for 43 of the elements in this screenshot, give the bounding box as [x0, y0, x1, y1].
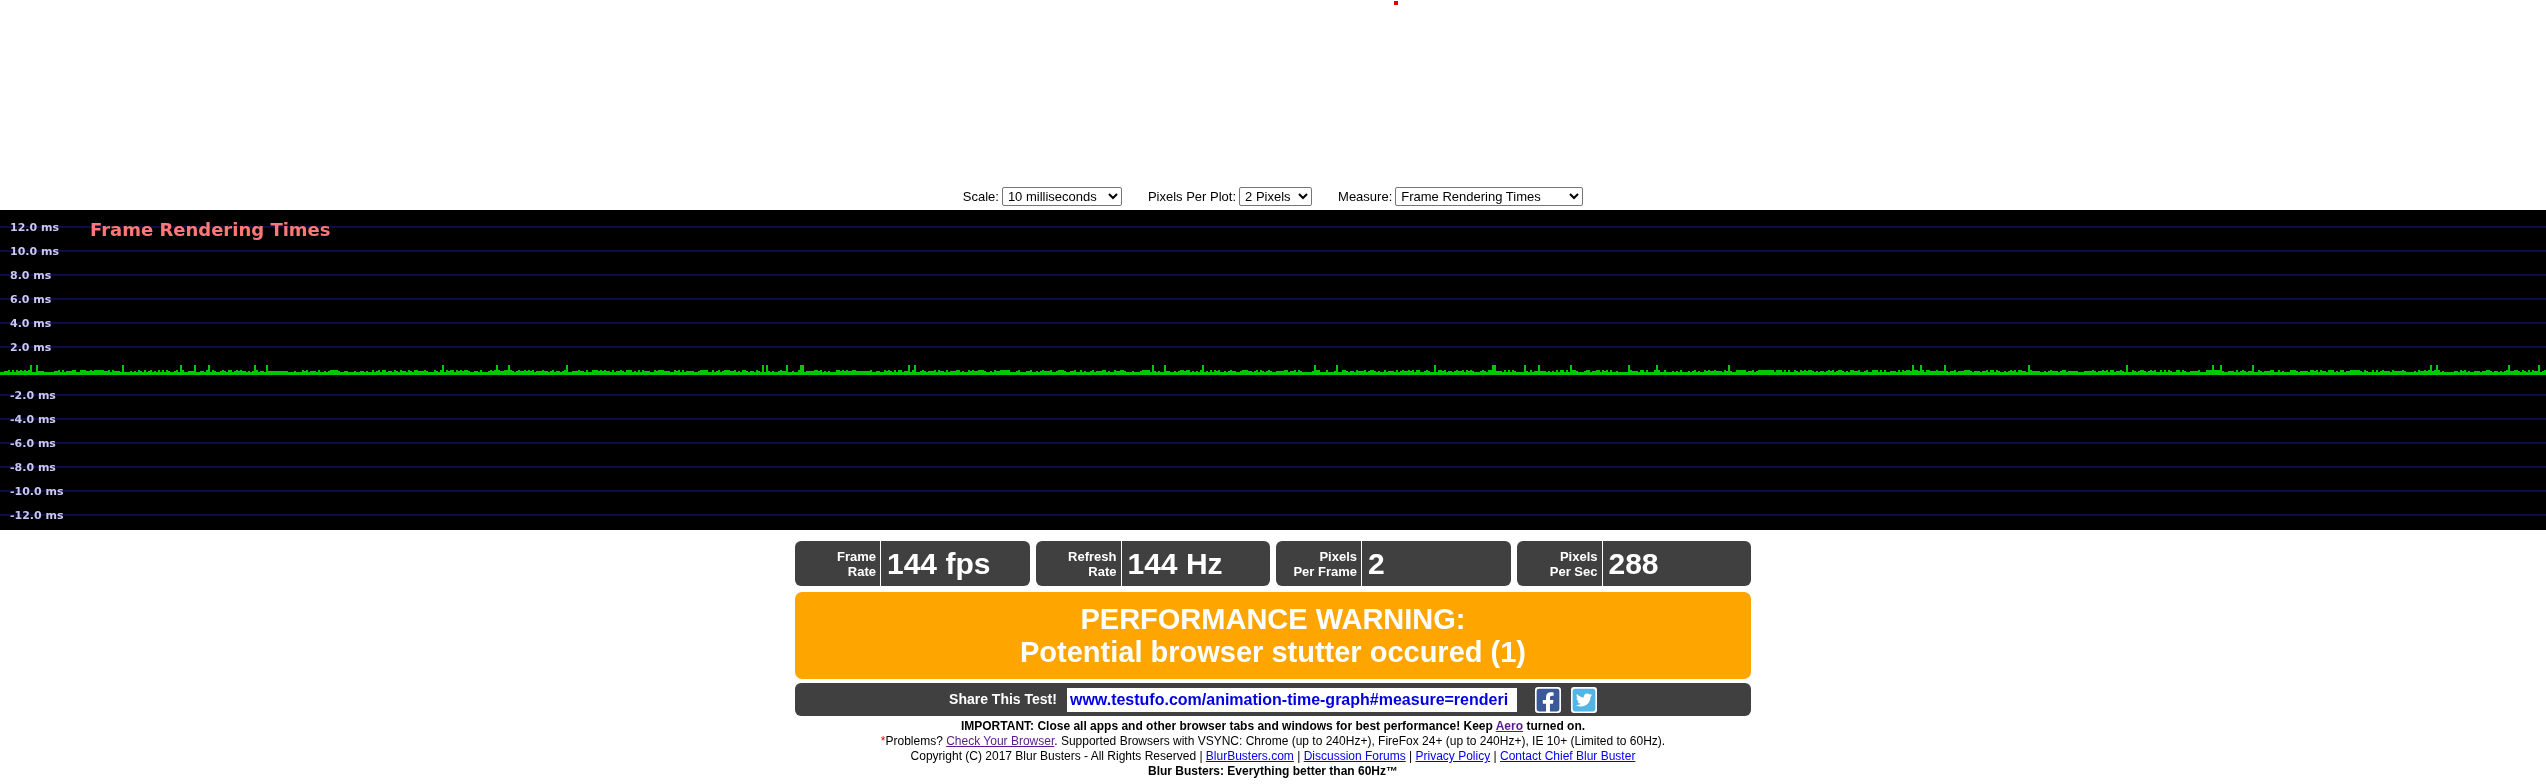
- footer-link[interactable]: Aero: [1495, 719, 1524, 733]
- stat-value: 144 fps: [886, 546, 991, 582]
- control-label: Scale:: [962, 187, 999, 206]
- axis-label: -12.0 ms: [10, 509, 64, 522]
- footer-text: *Problems? Check Your Browser. Supported Browsers with VSYNC: Chrome (up to 240Hz+), FireFox 24+ (up to 240Hz+), IE 10+ (Limited to 60Hz).: [880, 734, 1666, 749]
- footer-text: IMPORTANT: Close all apps and other browser tabs and windows for best performance! Keep Aero turned on.: [960, 719, 1586, 734]
- footer-text: Blur Busters: Everything better than 60Hz™: [1147, 764, 1399, 779]
- footer-link[interactable]: Discussion Forums: [1303, 749, 1406, 763]
- dropdown[interactable]: 2 Pixels: [1239, 187, 1313, 206]
- axis-label: 6.0 ms: [10, 293, 52, 306]
- stat-label: Refresh Rate: [1067, 548, 1118, 579]
- twitter-icon[interactable]: [1570, 686, 1597, 713]
- control-label: Pixels Per Plot:: [1147, 187, 1237, 206]
- axis-label: 2.0 ms: [10, 341, 52, 354]
- axis-label: -4.0 ms: [10, 413, 56, 426]
- footer-link[interactable]: Contact Chief Blur Buster: [1500, 749, 1636, 763]
- share-label: Share This Test!: [949, 690, 1057, 709]
- footer-link[interactable]: BlurBusters.com: [1205, 749, 1294, 763]
- axis-label: 8.0 ms: [10, 269, 52, 282]
- share-url-field[interactable]: www.testufo.com/animation-time-graph#measure=renderi: [1066, 687, 1517, 712]
- axis-label: -6.0 ms: [10, 437, 56, 450]
- axis-label: -2.0 ms: [10, 389, 56, 402]
- dropdown[interactable]: 10 milliseconds: [1001, 187, 1122, 206]
- axis-label: 10.0 ms: [10, 245, 59, 258]
- footer-text: Copyright (C) 2017 Blur Busters - All Rights Reserved | BlurBusters.com | Discussion Forums | Privacy Policy | Contact Chief Blur Buster: [910, 749, 1636, 764]
- axis-label: -8.0 ms: [10, 461, 56, 474]
- warning-title: PERFORMANCE WARNING:: [1080, 602, 1466, 636]
- stat-value: 2: [1367, 546, 1385, 582]
- facebook-icon[interactable]: [1534, 686, 1561, 713]
- stat-label: Pixels Per Frame: [1292, 548, 1358, 579]
- graph-title: Frame Rendering Times: [90, 219, 331, 240]
- footer-link[interactable]: Privacy Policy: [1415, 749, 1491, 763]
- stat-value: 144 Hz: [1126, 546, 1223, 582]
- axis-label: 4.0 ms: [10, 317, 52, 330]
- axis-label: -10.0 ms: [10, 485, 64, 498]
- stat-label: Pixels Per Sec: [1548, 548, 1599, 579]
- dropdown[interactable]: Frame Rendering Times: [1395, 187, 1584, 206]
- stat-value: 288: [1607, 546, 1659, 582]
- axis-label: 12.0 ms: [10, 221, 59, 234]
- footer-link[interactable]: Check Your Browser: [946, 734, 1055, 748]
- control-label: Measure:: [1338, 187, 1393, 206]
- stat-label: Frame Rate: [835, 548, 877, 579]
- warning-message: Potential browser stutter occured (1): [1020, 635, 1526, 669]
